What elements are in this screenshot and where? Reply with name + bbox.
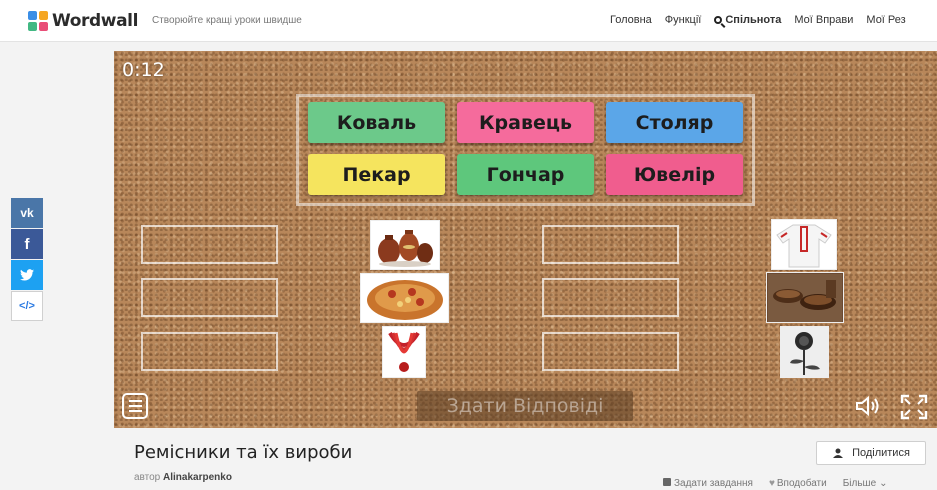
pottery-image: [370, 220, 440, 270]
nav-features[interactable]: Функції: [665, 14, 702, 26]
drop-slot[interactable]: [542, 225, 679, 264]
logo-text: Wordwall: [52, 11, 139, 31]
drop-slot[interactable]: [542, 278, 679, 317]
chevron-down-icon: ⌄: [879, 478, 888, 489]
facebook-share-button[interactable]: f: [11, 229, 43, 259]
nav-home[interactable]: Головна: [610, 14, 652, 26]
user-share-icon: [833, 448, 844, 458]
more-dropdown[interactable]: Більше ⌄: [843, 478, 888, 489]
embroidered-shirt-image: [771, 219, 837, 270]
wooden-bowls-image: [766, 272, 844, 323]
drop-slot[interactable]: [141, 225, 278, 264]
game-controls: Здати Відповіді: [114, 386, 937, 428]
embed-button[interactable]: </>: [11, 291, 43, 321]
drop-slot[interactable]: [141, 332, 278, 371]
activity-actions: Задати завдання ♥ Вподобати Більше ⌄: [663, 478, 888, 489]
word-card-pekar[interactable]: Пекар: [308, 154, 445, 195]
embed-code-icon: </>: [19, 300, 35, 312]
game-board: 0:12 Коваль Кравець Столяр Пекар Гончар …: [114, 51, 937, 428]
word-card-kravets[interactable]: Кравець: [457, 102, 594, 143]
hamburger-icon: [128, 400, 142, 402]
author-line: автор Alinakarpenko: [134, 472, 232, 483]
tagline: Створюйте кращі уроки швидше: [152, 15, 302, 26]
nav-community[interactable]: Спільнота: [714, 14, 781, 26]
fullscreen-icon: [900, 394, 928, 420]
speaker-icon: [856, 395, 879, 417]
author-link[interactable]: Alinakarpenko: [163, 472, 232, 483]
sound-toggle-button[interactable]: [854, 395, 882, 422]
activity-title: Ремісники та їх вироби: [134, 442, 353, 463]
game-menu-button[interactable]: [122, 393, 148, 419]
like-link[interactable]: ♥ Вподобати: [769, 478, 827, 489]
logo-grid-icon: [28, 11, 48, 31]
wordwall-logo[interactable]: Wordwall: [28, 11, 138, 31]
nav-my-activities[interactable]: Мої Вправи: [794, 14, 853, 26]
word-card-honchar[interactable]: Гончар: [457, 154, 594, 195]
bread-korovai-image: [360, 273, 449, 323]
submit-answers-button[interactable]: Здати Відповіді: [417, 391, 633, 421]
share-button[interactable]: Поділитися: [816, 441, 926, 465]
vk-share-button[interactable]: vk: [11, 198, 43, 228]
word-card-stoliar[interactable]: Столяр: [606, 102, 743, 143]
drop-slot[interactable]: [542, 332, 679, 371]
word-card-yuvelir[interactable]: Ювелір: [606, 154, 743, 195]
search-icon: [714, 16, 723, 24]
game-timer: 0:12: [122, 59, 165, 81]
vk-icon: vk: [20, 206, 34, 220]
fullscreen-button[interactable]: [900, 394, 928, 420]
main-nav: Головна Функції Спільнота Мої Вправи Мої…: [610, 14, 906, 26]
twitter-icon: [20, 269, 34, 281]
coral-necklace-image: [382, 326, 426, 378]
assign-task-link[interactable]: Задати завдання: [663, 478, 753, 489]
nav-my-results[interactable]: Мої Рез: [866, 14, 905, 26]
twitter-share-button[interactable]: [11, 260, 43, 290]
word-card-koval[interactable]: Коваль: [308, 102, 445, 143]
checkbox-icon: [663, 478, 671, 486]
facebook-icon: f: [24, 235, 30, 253]
heart-icon: ♥: [768, 478, 775, 489]
drop-slot[interactable]: [141, 278, 278, 317]
top-header: Wordwall Створюйте кращі уроки швидше Го…: [0, 0, 937, 42]
forged-rose-image: [780, 326, 829, 378]
